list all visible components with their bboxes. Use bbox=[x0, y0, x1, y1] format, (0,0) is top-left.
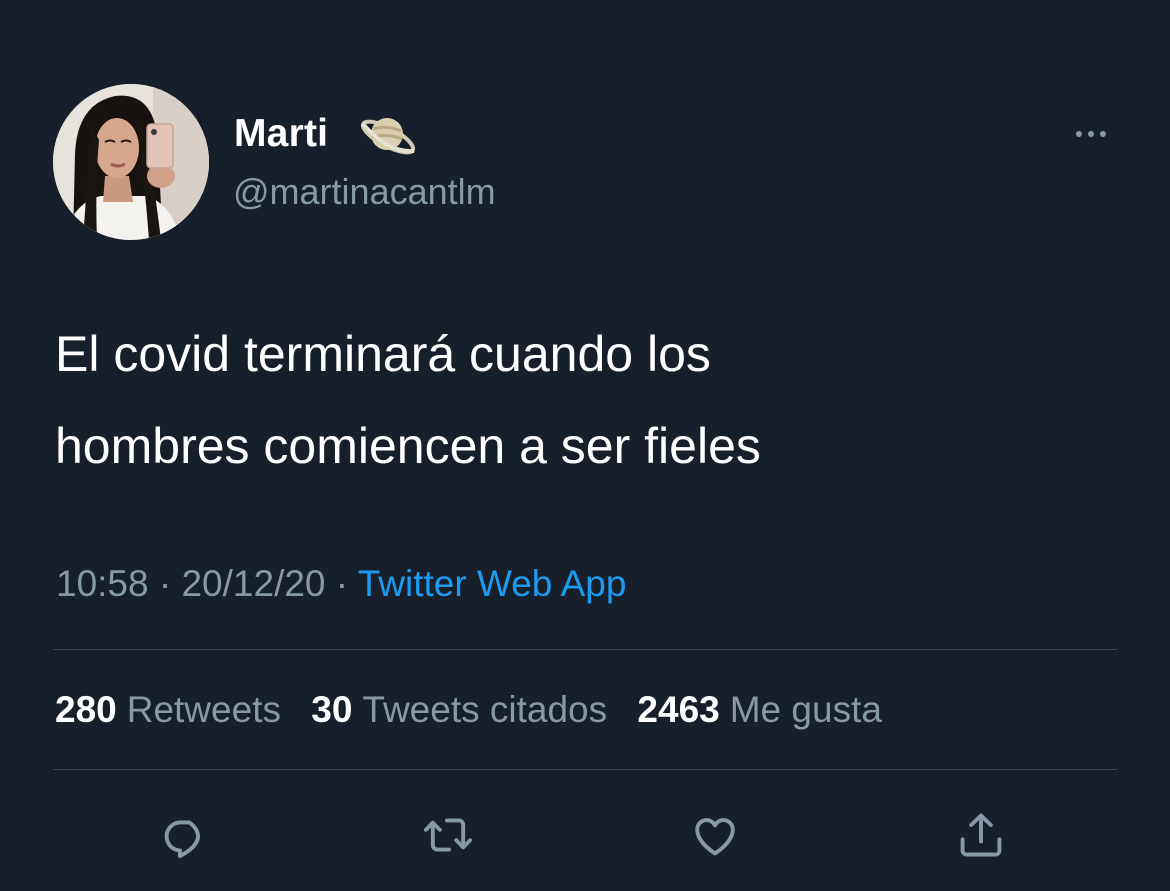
likes-stat[interactable]: 2463 Me gusta bbox=[637, 689, 882, 730]
tweet-source-link[interactable]: Twitter Web App bbox=[358, 563, 627, 604]
more-options-button[interactable] bbox=[1062, 116, 1120, 152]
meta-separator: · bbox=[325, 563, 358, 604]
avatar[interactable] bbox=[53, 84, 209, 240]
user-handle[interactable]: @martinacantlm bbox=[233, 170, 496, 214]
retweets-count: 280 bbox=[55, 689, 117, 730]
divider bbox=[53, 769, 1117, 770]
more-dot-icon bbox=[1076, 131, 1082, 137]
planet-icon bbox=[360, 118, 416, 155]
more-dot-icon bbox=[1088, 131, 1094, 137]
tweet-time[interactable]: 10:58 bbox=[56, 563, 149, 604]
like-icon bbox=[695, 818, 735, 856]
retweet-icon bbox=[423, 818, 473, 852]
likes-label: Me gusta bbox=[729, 689, 882, 730]
retweet-button[interactable] bbox=[418, 805, 478, 865]
meta-separator: · bbox=[148, 563, 182, 604]
tweet-card: Marti @martinacantlm El covid terminará … bbox=[0, 0, 1170, 891]
quotes-count: 30 bbox=[311, 689, 353, 730]
tweet-stats: 280 Retweets 30 Tweets citados 2463 Me gust… bbox=[55, 686, 902, 734]
divider bbox=[53, 649, 1117, 650]
tweet-meta: 10:58 · 20/12/20 · Twitter Web App bbox=[56, 560, 626, 608]
like-button[interactable] bbox=[685, 805, 745, 865]
more-dot-icon bbox=[1100, 131, 1106, 137]
reply-icon bbox=[164, 820, 200, 858]
tweet-text: El covid terminará cuando los hombres co… bbox=[55, 326, 761, 474]
share-button[interactable] bbox=[951, 805, 1011, 865]
profile-photo-icon bbox=[53, 84, 209, 240]
display-name[interactable]: Marti bbox=[234, 111, 328, 157]
reply-button[interactable] bbox=[155, 805, 215, 865]
retweets-stat[interactable]: 280 Retweets bbox=[55, 689, 281, 730]
share-icon bbox=[960, 813, 1002, 857]
tweet-date[interactable]: 20/12/20 bbox=[181, 563, 325, 604]
quotes-label: Tweets citados bbox=[362, 689, 608, 730]
retweets-label: Retweets bbox=[126, 689, 281, 730]
likes-count: 2463 bbox=[637, 689, 720, 730]
quotes-stat[interactable]: 30 Tweets citados bbox=[311, 689, 607, 730]
